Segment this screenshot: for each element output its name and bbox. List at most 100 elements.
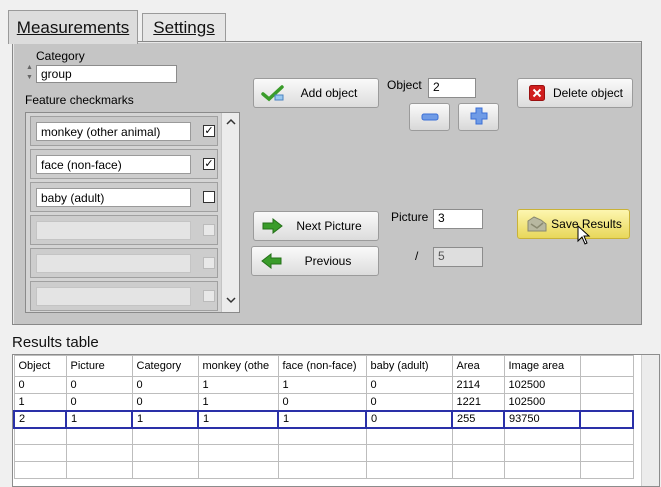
feature-checkbox[interactable] — [203, 224, 215, 236]
add-object-button[interactable]: Add object — [253, 78, 379, 108]
save-results-button[interactable]: Save Results — [517, 209, 630, 239]
table-cell[interactable] — [197, 461, 279, 479]
table-cell[interactable] — [579, 376, 634, 394]
feature-input[interactable]: face (non-face) — [36, 155, 191, 174]
feature-list-scrollbar[interactable] — [221, 113, 239, 312]
table-cell[interactable] — [503, 427, 581, 445]
table-cell[interactable]: 0 — [65, 376, 133, 394]
table-row[interactable]: 1 0 0 1 0 0 1221 102500 — [13, 393, 634, 411]
table-cell[interactable]: 1 — [197, 409, 279, 429]
spin-down-icon[interactable]: ▼ — [25, 73, 34, 83]
category-input[interactable]: group — [36, 65, 177, 83]
delete-object-button[interactable]: Delete object — [517, 78, 633, 108]
table-cell[interactable]: 0 — [365, 409, 453, 429]
table-cell[interactable]: 0 — [13, 376, 67, 394]
table-cell[interactable]: 1 — [65, 409, 133, 429]
column-header[interactable]: Image area — [503, 355, 581, 377]
table-cell[interactable] — [579, 409, 634, 429]
table-cell[interactable] — [579, 393, 634, 411]
table-row[interactable] — [13, 444, 634, 462]
table-cell[interactable] — [451, 461, 505, 479]
object-number-input[interactable]: 2 — [428, 78, 476, 98]
table-cell[interactable]: 2114 — [451, 376, 505, 394]
results-grid[interactable]: Object Picture Category monkey (othe face (n… — [12, 354, 660, 487]
table-cell[interactable] — [277, 444, 367, 462]
chevron-up-icon[interactable] — [222, 115, 239, 132]
table-cell[interactable] — [13, 461, 67, 479]
table-cell[interactable]: 102500 — [503, 393, 581, 411]
column-header[interactable]: Area — [451, 355, 505, 377]
table-cell[interactable]: 0 — [365, 376, 453, 394]
table-cell[interactable] — [131, 427, 199, 445]
table-row[interactable]: 0 0 0 1 1 0 2114 102500 — [13, 376, 634, 394]
feature-checkbox[interactable]: ✓ — [203, 125, 215, 137]
table-cell[interactable]: 0 — [131, 393, 199, 411]
table-cell[interactable] — [197, 444, 279, 462]
table-cell[interactable]: 1 — [197, 393, 279, 411]
tab-settings[interactable]: Settings — [142, 13, 226, 42]
column-header[interactable]: Category — [131, 355, 199, 377]
table-cell[interactable] — [277, 427, 367, 445]
table-cell[interactable] — [131, 461, 199, 479]
table-cell[interactable] — [131, 444, 199, 462]
table-cell[interactable]: 0 — [365, 393, 453, 411]
feature-input[interactable]: monkey (other animal) — [36, 122, 191, 141]
table-cell[interactable]: 1 — [197, 376, 279, 394]
category-spinner[interactable]: ▲ ▼ — [25, 63, 34, 83]
table-cell[interactable]: 1 — [277, 409, 367, 429]
table-cell[interactable] — [65, 461, 133, 479]
table-cell[interactable]: 93750 — [503, 409, 581, 429]
spin-up-icon[interactable]: ▲ — [25, 63, 34, 73]
feature-checkbox[interactable] — [203, 191, 215, 203]
table-cell[interactable] — [365, 427, 453, 445]
feature-checkbox[interactable] — [203, 257, 215, 269]
table-cell[interactable] — [503, 461, 581, 479]
table-cell[interactable]: 102500 — [503, 376, 581, 394]
feature-input[interactable] — [36, 221, 191, 240]
results-scrollbar[interactable] — [641, 355, 659, 486]
previous-button[interactable]: Previous — [251, 246, 379, 276]
table-cell[interactable] — [579, 427, 634, 445]
feature-checkbox[interactable]: ✓ — [203, 158, 215, 170]
feature-input[interactable]: baby (adult) — [36, 188, 191, 207]
table-row[interactable] — [13, 427, 634, 445]
table-cell[interactable]: 255 — [451, 409, 505, 429]
table-cell[interactable] — [197, 427, 279, 445]
table-cell[interactable]: 1 — [13, 393, 67, 411]
table-cell[interactable]: 1 — [131, 409, 199, 429]
column-header[interactable]: face (non-face) — [277, 355, 367, 377]
column-header[interactable]: baby (adult) — [365, 355, 453, 377]
picture-number-input[interactable]: 3 — [433, 209, 483, 229]
tab-measurements[interactable]: Measurements — [8, 10, 138, 44]
feature-input[interactable] — [36, 287, 191, 306]
column-header[interactable]: monkey (othe — [197, 355, 279, 377]
table-cell[interactable] — [579, 444, 634, 462]
table-cell[interactable]: 1221 — [451, 393, 505, 411]
table-cell[interactable]: 2 — [13, 409, 67, 429]
table-cell[interactable] — [451, 444, 505, 462]
column-header[interactable]: Object — [13, 355, 67, 377]
table-cell[interactable] — [365, 444, 453, 462]
object-increment-button[interactable] — [458, 103, 499, 131]
table-cell[interactable] — [277, 461, 367, 479]
column-header[interactable] — [579, 355, 634, 377]
feature-checkbox[interactable] — [203, 290, 215, 302]
table-cell[interactable] — [451, 427, 505, 445]
column-header[interactable]: Picture — [65, 355, 133, 377]
table-cell[interactable]: 1 — [277, 376, 367, 394]
table-cell[interactable] — [13, 427, 67, 445]
table-cell[interactable] — [13, 444, 67, 462]
object-decrement-button[interactable] — [409, 103, 450, 131]
table-cell[interactable] — [503, 444, 581, 462]
table-cell[interactable] — [65, 427, 133, 445]
next-picture-button[interactable]: Next Picture — [253, 211, 379, 241]
table-cell[interactable] — [65, 444, 133, 462]
table-cell[interactable] — [365, 461, 453, 479]
table-row[interactable] — [13, 461, 634, 479]
table-row[interactable]: 2 1 1 1 1 0 255 93750 — [13, 409, 634, 429]
table-cell[interactable]: 0 — [65, 393, 133, 411]
chevron-down-icon[interactable] — [222, 293, 239, 310]
table-cell[interactable] — [579, 461, 634, 479]
table-cell[interactable]: 0 — [131, 376, 199, 394]
table-cell[interactable]: 0 — [277, 393, 367, 411]
